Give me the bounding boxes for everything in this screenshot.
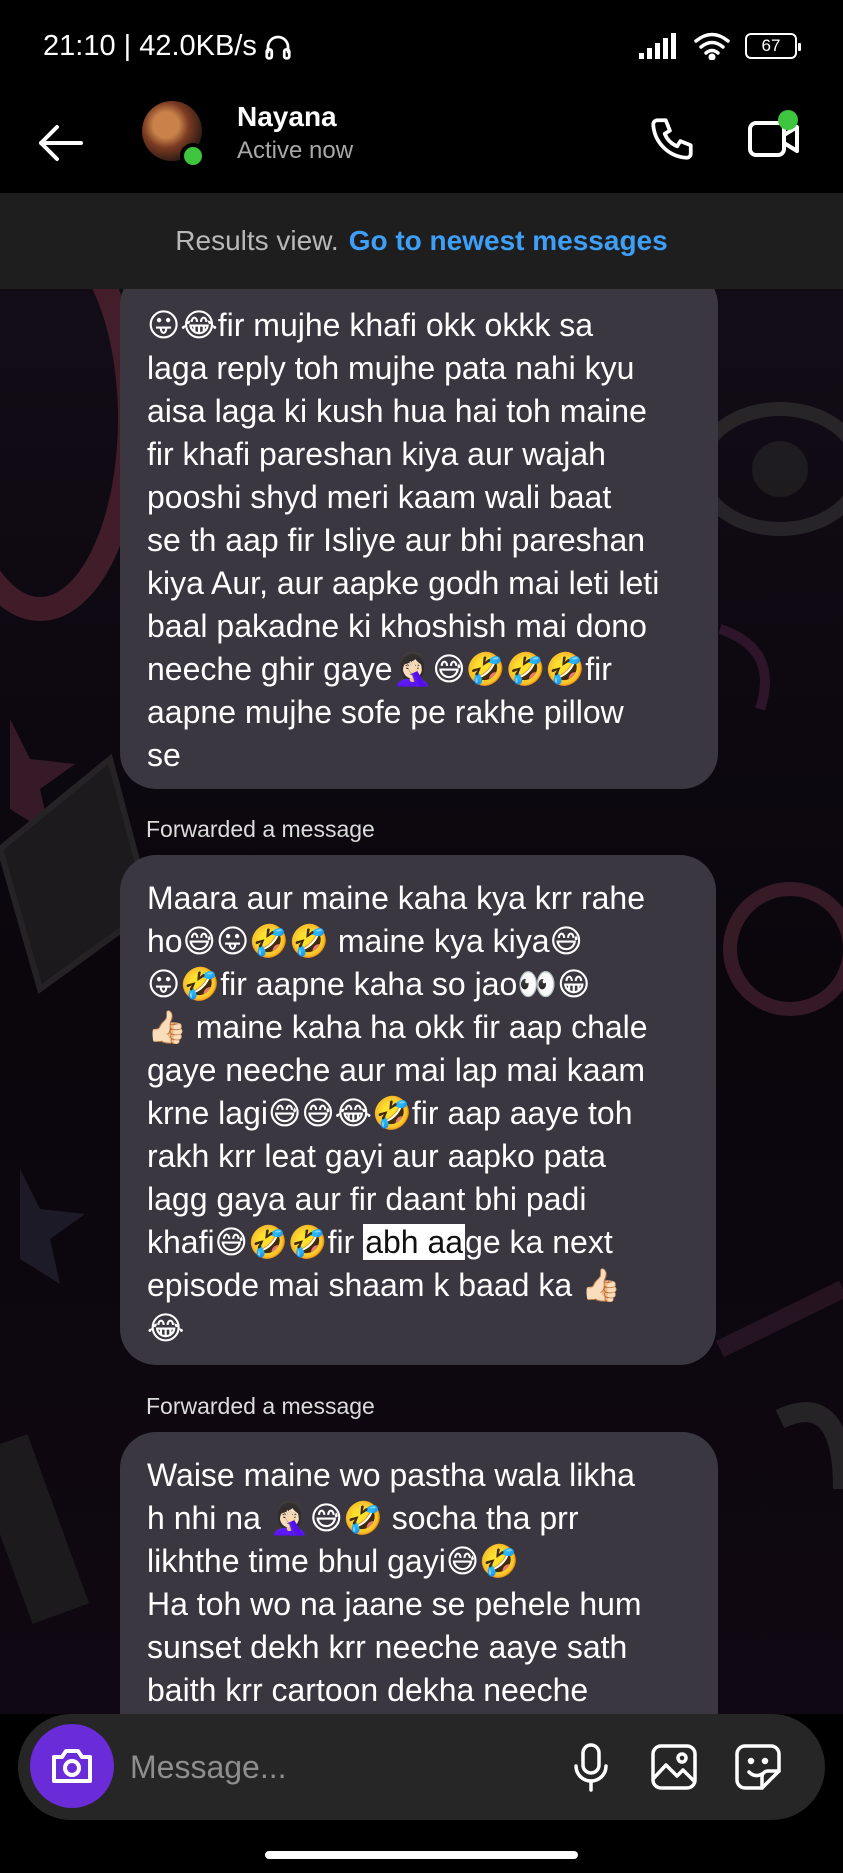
message-bubble[interactable]: Maara aur maine kaha kya krr rahe ho😅😛🤣🤣… xyxy=(120,855,716,1365)
chat-header: Nayana Active now xyxy=(0,95,843,193)
wifi-icon xyxy=(694,32,730,60)
message-input[interactable] xyxy=(130,1742,550,1792)
gallery-icon xyxy=(651,1744,697,1790)
contact-status: Active now xyxy=(237,137,354,164)
back-button[interactable] xyxy=(30,115,90,171)
message-text: Waise maine wo pastha wala likha h nhi n… xyxy=(147,1457,642,1708)
headphones-icon xyxy=(265,35,291,60)
search-highlight: abh aa xyxy=(363,1224,466,1260)
results-view-label: Results view. xyxy=(175,225,339,256)
message-list[interactable]: 😛😂fir mujhe khafi okk okkk sa laga reply… xyxy=(0,289,843,1714)
video-notification-dot xyxy=(778,110,798,130)
forwarded-label: Forwarded a message xyxy=(146,816,375,842)
contact-name[interactable]: Nayana xyxy=(237,101,337,133)
home-indicator[interactable] xyxy=(265,1851,578,1859)
signal-icon xyxy=(639,33,676,59)
message-text: Maara aur maine kaha kya krr rahe ho😅😛🤣🤣… xyxy=(147,880,648,1346)
message-text: 😛😂fir mujhe khafi okk okkk sa laga reply… xyxy=(147,307,660,773)
message-composer xyxy=(18,1714,825,1820)
message-bubble[interactable]: Waise maine wo pastha wala likha h nhi n… xyxy=(120,1432,718,1714)
phone-icon xyxy=(651,118,693,160)
gallery-button[interactable] xyxy=(645,1738,703,1796)
battery-icon: 67 xyxy=(745,33,801,59)
active-status-dot xyxy=(180,143,206,169)
back-arrow-icon xyxy=(39,125,83,161)
sticker-icon xyxy=(735,1744,781,1790)
camera-icon xyxy=(52,1749,92,1783)
sticker-button[interactable] xyxy=(729,1738,787,1796)
go-to-newest-link[interactable]: Go to newest messages xyxy=(349,225,668,257)
results-banner: Results view. Go to newest messages xyxy=(0,193,843,289)
battery-level: 67 xyxy=(761,36,781,55)
message-bubble[interactable]: 😛😂fir mujhe khafi okk okkk sa laga reply… xyxy=(120,289,718,789)
voice-message-button[interactable] xyxy=(562,1738,620,1796)
forwarded-label: Forwarded a message xyxy=(146,1393,375,1419)
camera-button[interactable] xyxy=(30,1724,114,1808)
microphone-icon xyxy=(574,1743,608,1792)
status-time-speed: 21:10 | 42.0KB/s xyxy=(43,30,257,62)
audio-call-button[interactable] xyxy=(640,107,704,171)
status-bar: 21:10 | 42.0KB/s 67 xyxy=(0,0,843,95)
